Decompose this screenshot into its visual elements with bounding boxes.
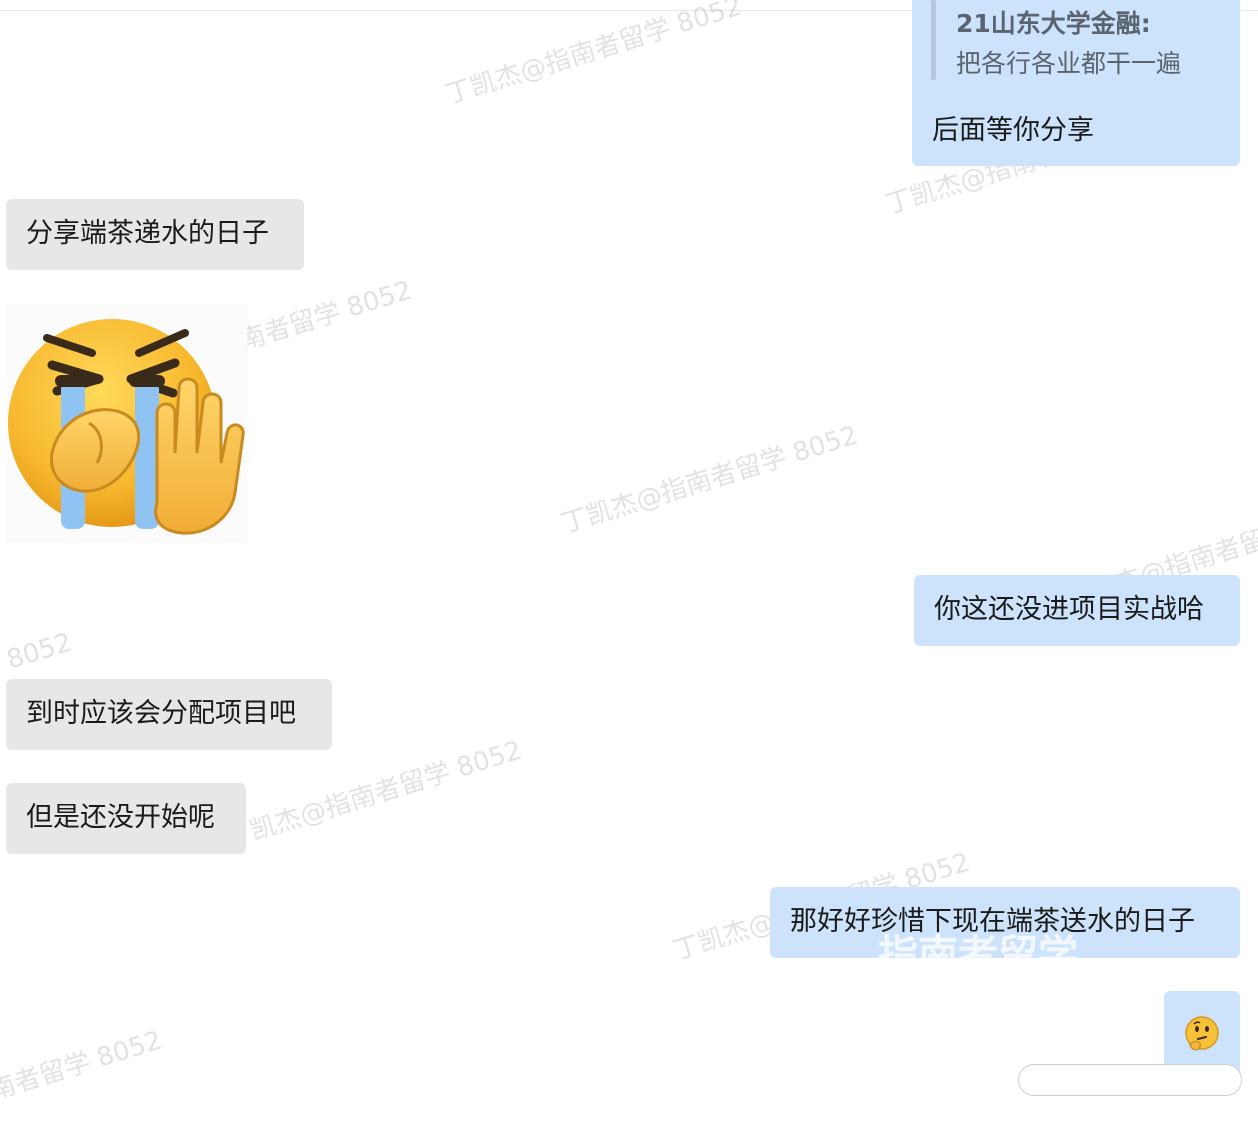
logo-watermark: 指南者留学	[878, 932, 1078, 958]
message-bubble-right[interactable]: 那好好珍惜下现在端茶送水的日子 指南者留学	[770, 887, 1240, 958]
message-text: 你这还没进项目实战哈	[934, 594, 1204, 625]
emoji-message-bubble[interactable]	[1164, 991, 1240, 1074]
message-text: 但是还没开始呢	[26, 802, 215, 833]
quote-author: 21山东大学金融:	[956, 9, 1151, 38]
crying-face-covering-mouth-hand-up-icon	[8, 319, 245, 535]
message-bubble-right[interactable]: 你这还没进项目实战哈	[914, 575, 1240, 646]
message-text: 分享端茶递水的日子	[26, 218, 269, 249]
input-box-edge[interactable]	[1018, 1064, 1242, 1096]
message-bubble-left[interactable]: 到时应该会分配项目吧	[6, 679, 332, 750]
quote-text: 把各行各业都干一遍	[956, 49, 1182, 78]
message-bubble-left[interactable]: 分享端茶递水的日子	[6, 199, 304, 270]
watermark: 丁凯杰@指南者留学 8052	[0, 1025, 166, 1145]
watermark: 丁凯杰@指南者留学 8052	[441, 0, 746, 111]
message-text: 到时应该会分配项目吧	[26, 698, 296, 729]
quote-bar	[931, 0, 936, 80]
reply-text: 后面等你分享	[932, 115, 1094, 146]
quoted-reply-bubble[interactable]: 21山东大学金融: 把各行各业都干一遍 后面等你分享	[912, 0, 1240, 166]
watermark: 丁凯杰@指南者留学 8052	[557, 420, 862, 540]
sticker-image[interactable]	[7, 303, 247, 543]
message-bubble-left[interactable]: 但是还没开始呢	[6, 783, 246, 854]
thinking-face-emoji-icon	[1185, 1016, 1219, 1051]
